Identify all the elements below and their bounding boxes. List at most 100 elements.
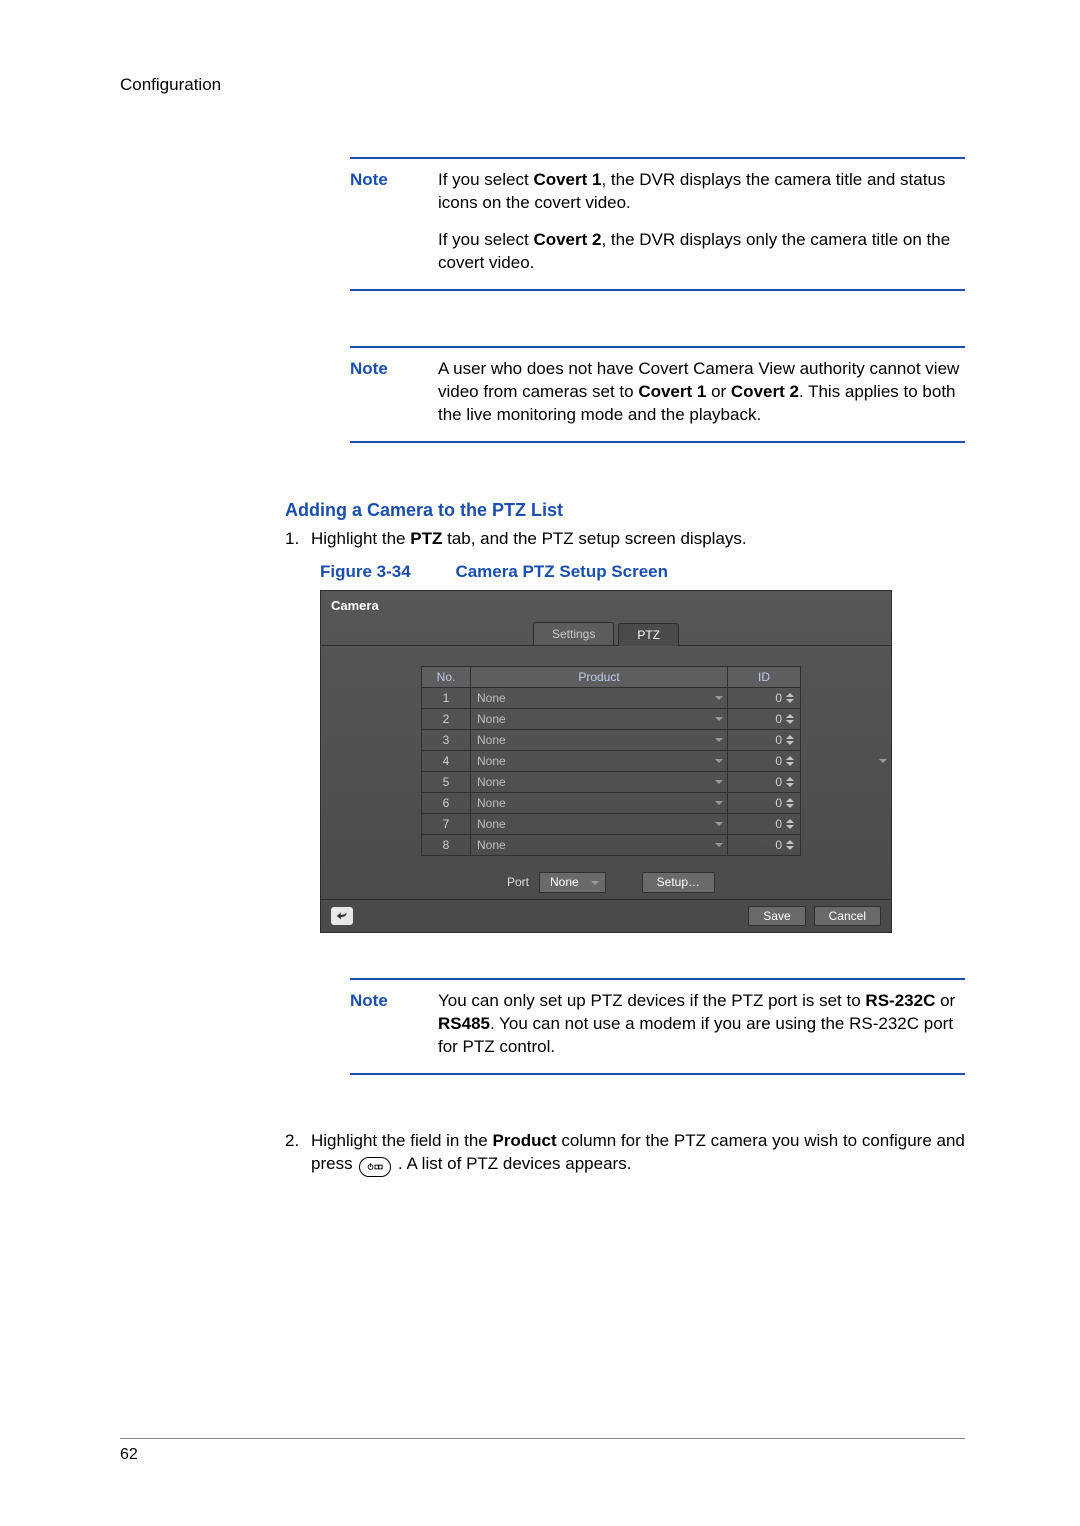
text-bold: PTZ (410, 529, 442, 548)
cell-id[interactable]: 0 (728, 709, 801, 730)
table-row: 8None0 (422, 835, 801, 856)
chevron-down-icon (879, 759, 887, 763)
text-bold: Covert 1 (533, 170, 601, 189)
tab-settings[interactable]: Settings (533, 622, 614, 645)
cell-product[interactable]: None (471, 793, 728, 814)
chevron-up-icon (786, 714, 794, 718)
chevron-down-icon (786, 783, 794, 787)
chevron-down-icon (786, 720, 794, 724)
id-stepper[interactable] (786, 794, 798, 812)
step-1: 1. Highlight the PTZ tab, and the PTZ se… (285, 528, 965, 551)
note-box-ptz-port: Note You can only set up PTZ devices if … (350, 978, 965, 1075)
text: . A list of PTZ devices appears. (398, 1154, 631, 1173)
port-value: None (550, 875, 579, 889)
chevron-up-icon (786, 756, 794, 760)
note-label: Note (350, 990, 430, 1059)
note-box-covert-modes: Note If you select Covert 1, the DVR dis… (350, 157, 965, 291)
text: If you select (438, 170, 533, 189)
chevron-down-icon (786, 846, 794, 850)
cell-no: 4 (422, 751, 471, 772)
cell-id[interactable]: 0 (728, 814, 801, 835)
chevron-down-icon (591, 881, 599, 885)
text: Highlight the field in the (311, 1131, 492, 1150)
table-row: 2None0 (422, 709, 801, 730)
cell-id[interactable]: 0 (728, 835, 801, 856)
chevron-down-icon (715, 759, 723, 763)
note-body: You can only set up PTZ devices if the P… (438, 990, 965, 1059)
chevron-down-icon (786, 699, 794, 703)
save-button[interactable]: Save (748, 906, 805, 926)
cell-id[interactable]: 0 (728, 688, 801, 709)
port-dropdown[interactable]: None (539, 872, 606, 892)
setup-button[interactable]: Setup… (642, 872, 715, 892)
text: tab, and the PTZ setup screen displays. (442, 529, 746, 548)
cancel-button[interactable]: Cancel (814, 906, 881, 926)
cell-no: 5 (422, 772, 471, 793)
cell-product[interactable]: None (471, 730, 728, 751)
cell-product[interactable]: None (471, 814, 728, 835)
chevron-down-icon (786, 825, 794, 829)
chevron-up-icon (786, 777, 794, 781)
page-number: 62 (120, 1446, 138, 1463)
col-id: ID (728, 667, 801, 688)
note-label: Note (350, 169, 430, 275)
cell-product[interactable]: None (471, 835, 728, 856)
enter-button-icon (359, 1157, 391, 1177)
id-stepper[interactable] (786, 773, 798, 791)
cell-product[interactable]: None (471, 751, 728, 772)
camera-ptz-setup-screen: Camera Settings PTZ No. Product ID 1Non (320, 590, 892, 933)
id-stepper[interactable] (786, 731, 798, 749)
table-row: 5None0 (422, 772, 801, 793)
table-row: 6None0 (422, 793, 801, 814)
id-stepper[interactable] (786, 836, 798, 854)
note-body: If you select Covert 1, the DVR displays… (438, 169, 965, 275)
port-row: Port None Setup… (321, 866, 891, 898)
tab-ptz[interactable]: PTZ (618, 623, 679, 646)
figure-caption: Figure 3-34 Camera PTZ Setup Screen (320, 561, 965, 584)
cell-product[interactable]: None (471, 709, 728, 730)
text: or (706, 382, 731, 401)
table-row: 1None0 (422, 688, 801, 709)
chevron-down-icon (715, 843, 723, 847)
chevron-up-icon (786, 798, 794, 802)
section-title: Adding a Camera to the PTZ List (285, 498, 965, 522)
col-no: No. (422, 667, 471, 688)
text: If you select (438, 230, 533, 249)
text: or (935, 991, 955, 1010)
back-icon[interactable] (331, 907, 353, 925)
table-row: 7None0 (422, 814, 801, 835)
port-label: Port (507, 874, 529, 890)
page-footer: 62 (120, 1438, 965, 1466)
figure-title: Camera PTZ Setup Screen (455, 562, 668, 581)
figure-label: Figure 3-34 (320, 562, 411, 581)
id-stepper[interactable] (786, 710, 798, 728)
id-stepper[interactable] (786, 815, 798, 833)
chevron-down-icon (786, 762, 794, 766)
note-label: Note (350, 358, 430, 427)
id-stepper[interactable] (786, 752, 798, 770)
chevron-down-icon (715, 696, 723, 700)
col-product[interactable]: Product (471, 667, 728, 688)
chevron-down-icon (715, 738, 723, 742)
running-head: Configuration (120, 74, 965, 97)
chevron-down-icon (786, 741, 794, 745)
id-stepper[interactable] (786, 689, 798, 707)
text: Highlight the (311, 529, 410, 548)
text-bold: Covert 2 (533, 230, 601, 249)
cell-no: 8 (422, 835, 471, 856)
chevron-down-icon (786, 804, 794, 808)
chevron-up-icon (786, 819, 794, 823)
cell-no: 7 (422, 814, 471, 835)
cell-id[interactable]: 0 (728, 793, 801, 814)
cell-id[interactable]: 0 (728, 730, 801, 751)
cell-product[interactable]: None (471, 772, 728, 793)
cell-no: 2 (422, 709, 471, 730)
tab-bar: Settings PTZ (321, 614, 891, 646)
text-bold: Covert 2 (731, 382, 799, 401)
cell-id[interactable]: 0 (728, 772, 801, 793)
text-bold: Product (492, 1131, 556, 1150)
cell-product[interactable]: None (471, 688, 728, 709)
cell-id[interactable]: 0 (728, 751, 801, 772)
chevron-up-icon (786, 840, 794, 844)
chevron-down-icon (715, 801, 723, 805)
